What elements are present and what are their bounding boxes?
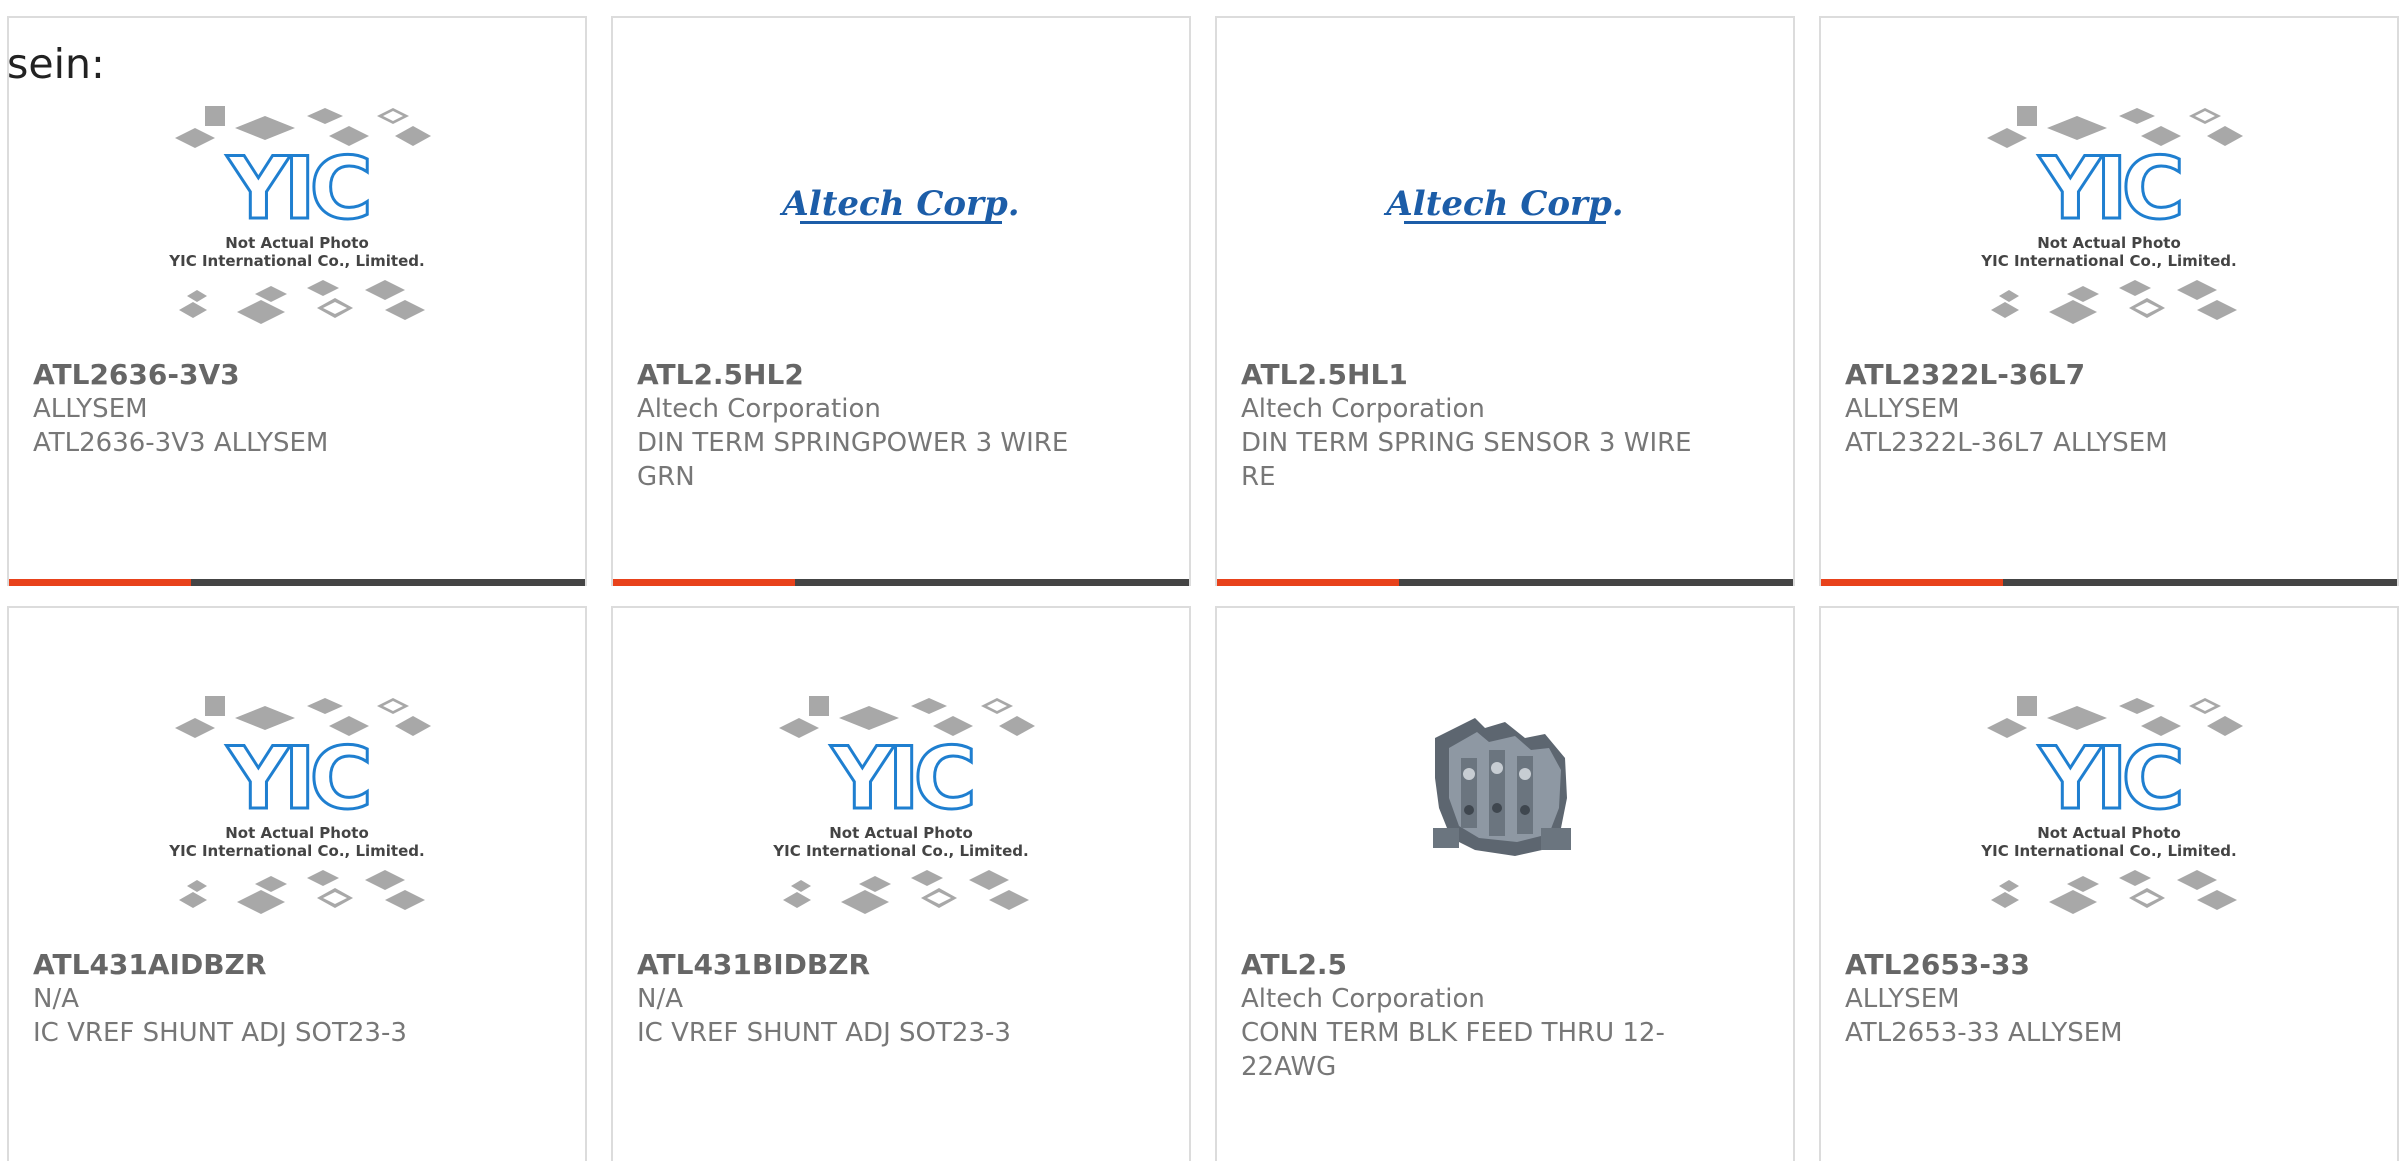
part-number-link[interactable]: ATL2636-3V3	[33, 358, 503, 392]
placeholder-caption-2: YIC International Co., Limited.	[168, 842, 424, 860]
manufacturer-name: Altech Corporation	[1241, 394, 1485, 424]
manufacturer-name: ALLYSEM	[1845, 984, 1960, 1014]
card-bottom-bar	[1217, 579, 1793, 586]
placeholder-caption-1: Not Actual Photo	[829, 824, 973, 842]
product-card[interactable]: YIC Not Actual Photo YIC International C…	[1819, 606, 2399, 1161]
product-card[interactable]: Altech Corp. ATL2.5HL2 Altech Corporatio…	[611, 16, 1191, 586]
product-description: DIN TERM SPRING SENSOR 3 WIRE RE	[1241, 428, 1692, 492]
part-number-link[interactable]: ATL2.5HL1	[1241, 358, 1711, 392]
product-card[interactable]: Altech Corp. ATL2.5HL1 Altech Corporatio…	[1215, 16, 1795, 586]
placeholder-caption-1: Not Actual Photo	[2037, 234, 2181, 252]
part-number-link[interactable]: ATL2653-33	[1845, 948, 2315, 982]
product-description: CONN TERM BLK FEED THRU 12-22AWG	[1241, 1018, 1665, 1082]
yic-placeholder-image: YIC Not Actual Photo YIC International C…	[1980, 106, 2243, 324]
product-description: ATL2636-3V3 ALLYSEM	[33, 428, 329, 458]
product-grid-page: sein: YIC Not Actual Photo YIC Internati…	[0, 0, 2400, 1161]
card-bar-accent	[1217, 579, 1399, 586]
yic-logo-text: YIC	[226, 139, 367, 239]
product-image[interactable]: YIC Not Actual Photo YIC International C…	[1821, 88, 2397, 363]
product-image[interactable]: Altech Corp.	[613, 88, 1189, 363]
product-card[interactable]: ATL2.5 Altech Corporation CONN TERM BLK …	[1215, 606, 1795, 1161]
product-description: ATL2653-33 ALLYSEM	[1845, 1018, 2123, 1048]
altech-logo-text: Altech Corp.	[779, 184, 1019, 224]
manufacturer-name: ALLYSEM	[33, 394, 148, 424]
placeholder-caption-1: Not Actual Photo	[2037, 824, 2181, 842]
part-number-link[interactable]: ATL2.5HL2	[637, 358, 1107, 392]
altech-logo-text: Altech Corp.	[1383, 184, 1623, 224]
part-number-link[interactable]: ATL431AIDBZR	[33, 948, 503, 982]
yic-placeholder-image: YIC Not Actual Photo YIC International C…	[168, 106, 431, 324]
placeholder-caption-2: YIC International Co., Limited.	[1980, 842, 2236, 860]
card-bar-accent	[1821, 579, 2003, 586]
product-image[interactable]: YIC Not Actual Photo YIC International C…	[9, 678, 585, 953]
yic-placeholder-image: YIC Not Actual Photo YIC International C…	[168, 696, 431, 914]
terminal-block-photo	[1433, 718, 1571, 856]
product-card[interactable]: YIC Not Actual Photo YIC International C…	[1819, 16, 2399, 586]
placeholder-caption-2: YIC International Co., Limited.	[1980, 252, 2236, 270]
product-description: IC VREF SHUNT ADJ SOT23-3	[637, 1018, 1011, 1048]
product-card[interactable]: YIC Not Actual Photo YIC International C…	[7, 16, 587, 586]
placeholder-caption-1: Not Actual Photo	[225, 234, 369, 252]
yic-logo-text: YIC	[2038, 729, 2179, 829]
product-image[interactable]: YIC Not Actual Photo YIC International C…	[1821, 678, 2397, 953]
card-bar-accent	[613, 579, 795, 586]
card-bottom-bar	[9, 579, 585, 586]
part-number-link[interactable]: ATL2.5	[1241, 948, 1711, 982]
product-image[interactable]: YIC Not Actual Photo YIC International C…	[613, 678, 1189, 953]
card-bar-accent	[9, 579, 191, 586]
yic-logo-text: YIC	[2038, 139, 2179, 239]
manufacturer-name: ALLYSEM	[1845, 394, 1960, 424]
product-description: ATL2322L-36L7 ALLYSEM	[1845, 428, 2168, 458]
terminal-block-image	[1433, 718, 1571, 856]
placeholder-caption-1: Not Actual Photo	[225, 824, 369, 842]
manufacturer-name: Altech Corporation	[637, 394, 881, 424]
part-number-link[interactable]: ATL431BIDBZR	[637, 948, 1107, 982]
product-image[interactable]: Altech Corp.	[1217, 88, 1793, 363]
product-card[interactable]: YIC Not Actual Photo YIC International C…	[7, 606, 587, 1161]
manufacturer-name: Altech Corporation	[1241, 984, 1485, 1014]
yic-logo-text: YIC	[226, 729, 367, 829]
altech-logo-image: Altech Corp.	[779, 184, 1020, 224]
placeholder-caption-2: YIC International Co., Limited.	[772, 842, 1028, 860]
card-bottom-bar	[613, 579, 1189, 586]
card-bottom-bar	[1821, 579, 2397, 586]
product-image[interactable]	[1217, 678, 1793, 953]
product-card[interactable]: YIC Not Actual Photo YIC International C…	[611, 606, 1191, 1161]
yic-placeholder-image: YIC Not Actual Photo YIC International C…	[772, 696, 1035, 914]
yic-placeholder-image: YIC Not Actual Photo YIC International C…	[1980, 696, 2243, 914]
product-description: DIN TERM SPRINGPOWER 3 WIRE GRN	[637, 428, 1069, 492]
yic-logo-text: YIC	[830, 729, 971, 829]
manufacturer-name: N/A	[637, 984, 683, 1014]
part-number-link[interactable]: ATL2322L-36L7	[1845, 358, 2315, 392]
header-fragment: sein:	[7, 40, 105, 88]
altech-logo-image: Altech Corp.	[1383, 184, 1624, 224]
product-image[interactable]: YIC Not Actual Photo YIC International C…	[9, 88, 585, 363]
product-description: IC VREF SHUNT ADJ SOT23-3	[33, 1018, 407, 1048]
manufacturer-name: N/A	[33, 984, 79, 1014]
placeholder-caption-2: YIC International Co., Limited.	[168, 252, 424, 270]
